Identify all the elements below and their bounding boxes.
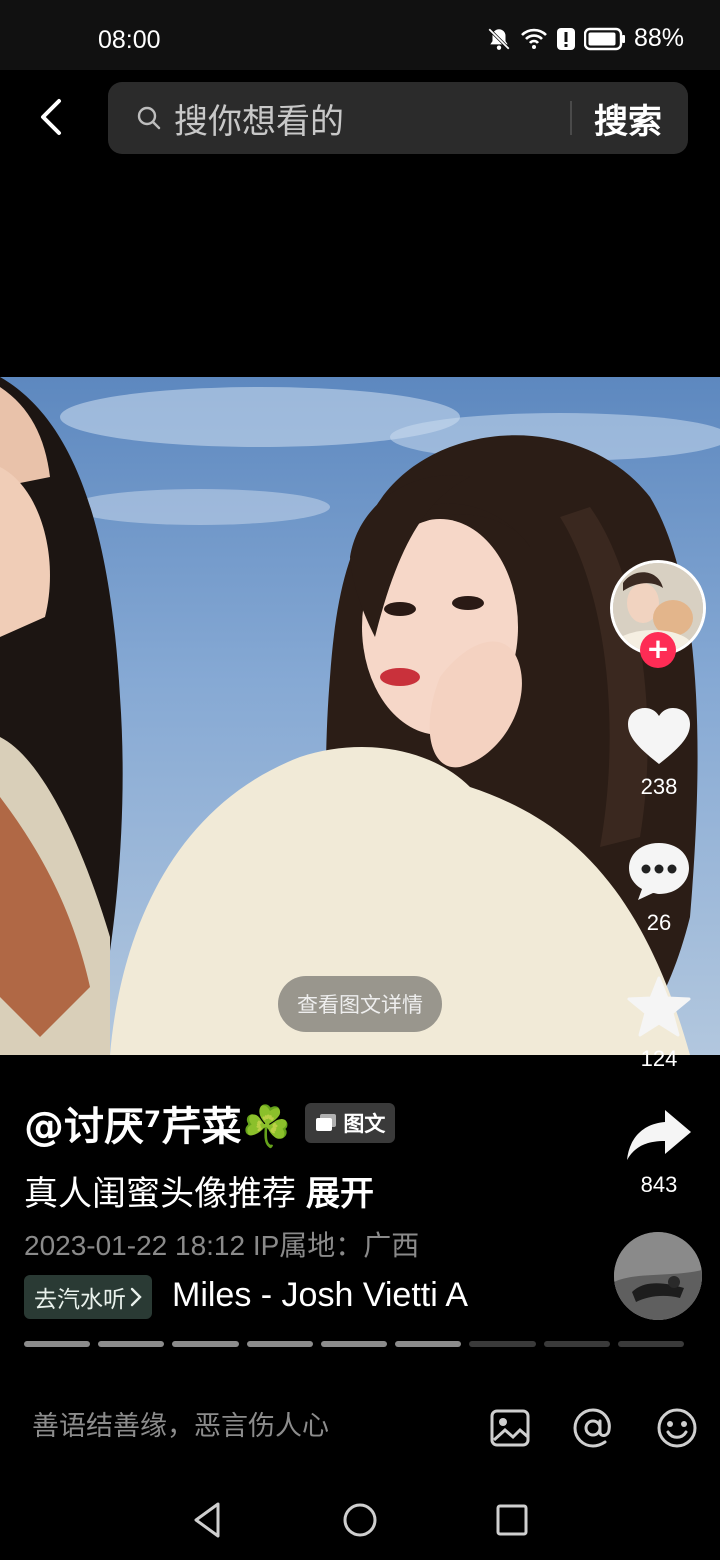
expand-button[interactable]: 展开: [306, 1174, 374, 1214]
progress-segment: [172, 1341, 239, 1347]
post-meta: 2023-01-22 18:12 IP属地：广西: [24, 1230, 420, 1261]
post-author-row: @讨厌⁷芹菜☘️ 图文: [24, 1094, 396, 1152]
comment-count: 26: [646, 910, 672, 935]
status-bar: 08:00 88%: [0, 0, 720, 70]
chevron-right-icon: [130, 1287, 142, 1307]
listen-in-soda-button[interactable]: 去汽水听: [24, 1275, 152, 1319]
mute-bell-icon: [488, 27, 510, 50]
image-icon[interactable]: [488, 1406, 532, 1450]
listen-label: 去汽水听: [34, 1287, 126, 1313]
emoji-icon[interactable]: [655, 1406, 699, 1450]
author-name[interactable]: @讨厌⁷芹菜☘️: [24, 1094, 291, 1152]
music-title[interactable]: Miles - Josh Vietti A: [172, 1276, 514, 1315]
comment-bubble-icon: [629, 843, 689, 900]
music-disc[interactable]: [614, 1232, 702, 1320]
heart-icon: [628, 708, 690, 764]
favorite-count: 124: [640, 1046, 678, 1071]
search-icon: [137, 106, 161, 130]
favorite-button[interactable]: 124: [609, 976, 709, 1072]
progress-segment: [320, 1341, 388, 1347]
search-input[interactable]: 搜你想看的: [174, 94, 570, 143]
author-avatar[interactable]: +: [610, 560, 706, 668]
top-bar: 搜你想看的 搜索: [0, 70, 720, 170]
search-divider: [570, 101, 572, 135]
like-count: 238: [640, 774, 678, 799]
follow-button[interactable]: +: [640, 632, 676, 668]
post-type-tag: 图文: [305, 1103, 396, 1143]
view-detail-button[interactable]: 查看图文详情: [278, 976, 442, 1032]
status-time: 08:00: [98, 26, 161, 54]
battery-icon: [583, 27, 625, 50]
progress-segment: [98, 1341, 165, 1347]
search-bar[interactable]: 搜你想看的 搜索: [108, 82, 688, 154]
post-caption: 真人闺蜜头像推荐 展开: [24, 1166, 374, 1215]
progress-segment: [395, 1341, 462, 1347]
image-progress-indicator: [24, 1341, 684, 1347]
nav-back-icon[interactable]: [188, 1500, 228, 1540]
comment-button[interactable]: 26: [609, 840, 709, 936]
progress-segment: [617, 1341, 684, 1347]
mention-icon[interactable]: [571, 1406, 615, 1450]
share-count: 843: [640, 1172, 678, 1197]
comment-input[interactable]: 善语结善缘，恶言伤人心: [32, 1404, 329, 1443]
search-button[interactable]: 搜索: [594, 94, 662, 143]
progress-segment: [24, 1341, 91, 1347]
system-navigation-bar: [0, 1480, 720, 1560]
progress-segment: [246, 1341, 313, 1347]
comment-bar: 善语结善缘，恶言伤人心: [0, 1380, 720, 1470]
chevron-left-icon: [41, 99, 61, 135]
like-button[interactable]: 238: [609, 706, 709, 800]
back-button[interactable]: [26, 92, 76, 142]
status-icons: 88%: [486, 24, 684, 53]
progress-segment: [543, 1341, 610, 1347]
post-type-label: 图文: [343, 1112, 386, 1136]
battery-percent: 88%: [633, 24, 684, 52]
share-arrow-icon: [627, 1110, 691, 1160]
alert-icon: [556, 27, 575, 50]
image-text-icon: [316, 1114, 337, 1131]
wifi-icon: [521, 28, 547, 49]
share-button[interactable]: 843: [609, 1108, 709, 1198]
nav-recents-icon[interactable]: [492, 1500, 532, 1540]
progress-segment: [469, 1341, 536, 1347]
music-cover-illustration: [614, 1232, 702, 1320]
nav-home-icon[interactable]: [340, 1500, 380, 1540]
star-icon: [627, 976, 691, 1037]
caption-text: 真人闺蜜头像推荐: [24, 1174, 296, 1214]
